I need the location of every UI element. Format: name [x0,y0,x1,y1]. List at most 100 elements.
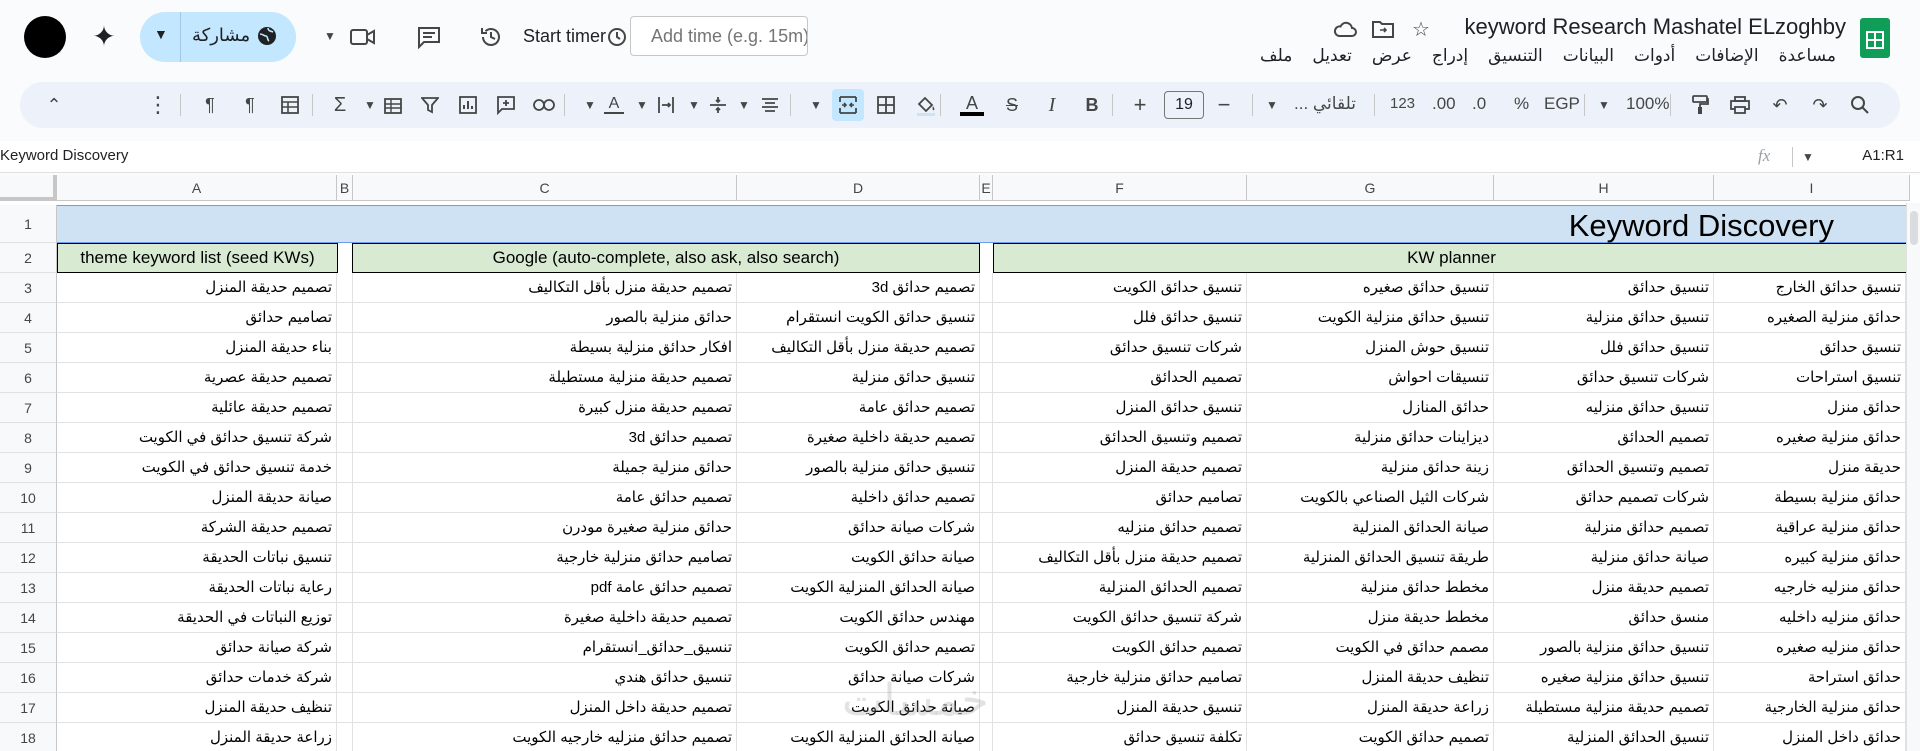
cell-B14[interactable] [337,603,353,633]
cell-I17[interactable]: حدائق منزلية الخارجية [1714,693,1906,723]
start-timer-label[interactable]: Start timer [523,26,606,47]
menu-tools[interactable]: أدوات [1634,46,1675,70]
row-header-18[interactable]: 18 [0,723,57,751]
cell-F8[interactable]: تصميم وتنسيق الحدائق [993,423,1247,453]
cell-H17[interactable]: تصميم حديقة منزلية مستطيلة [1494,693,1714,723]
percent-format-button[interactable]: % [1514,94,1529,114]
paint-format-icon[interactable] [1686,91,1714,119]
document-title[interactable]: keyword Research Mashatel ELzoghby [1456,14,1846,40]
cell-F16[interactable]: تصاميم حدائق منزلية خارجية [993,663,1247,693]
cell-E5[interactable] [980,333,993,363]
cell-G12[interactable]: طريقة تنسيق الحدائق المنزلية [1247,543,1494,573]
cell-B6[interactable] [337,363,353,393]
column-header-I[interactable]: I [1714,175,1910,201]
cell-G17[interactable]: زراعة حديقة المنزل [1247,693,1494,723]
cell-G16[interactable]: تنظيف حديقة المنزل [1247,663,1494,693]
cell-C13[interactable]: تصميم حدائق عامة pdf [353,573,737,603]
menu-extensions[interactable]: الإضافات [1695,46,1758,70]
column-header-C[interactable]: C [353,175,737,201]
timer-icon[interactable] [606,26,628,48]
cell-B18[interactable] [337,723,353,751]
print-icon[interactable] [1726,91,1754,119]
cell-H18[interactable]: تنسيق الحدائق المنزلية [1494,723,1714,751]
text-rotation-icon[interactable]: A [600,91,628,119]
menu-data[interactable]: البيانات [1563,46,1614,70]
cell-D15[interactable]: تصميم حدائق الكويت [737,633,980,663]
cell-A4[interactable]: تصاميم حدائق [57,303,337,333]
cell-C7[interactable]: تصميم حديقة منزل كبيرة [353,393,737,423]
cell-C5[interactable]: افكار حدائق منزلية بسيطة [353,333,737,363]
cell-A16[interactable]: شركة خدمات حدائق [57,663,337,693]
cell-B15[interactable] [337,633,353,663]
cell-I3[interactable]: تنسيق حدائق الخارج [1714,273,1906,303]
share-dropdown-icon[interactable]: ▼ [154,26,168,42]
cell-C14[interactable]: تصميم حديقة داخلية صغيرة [353,603,737,633]
undo-icon[interactable]: ↷ [1806,91,1834,119]
functions-icon[interactable]: Σ [326,91,354,119]
row-header-5[interactable]: 5 [0,333,57,363]
cell-C3[interactable]: تصميم حديقة منزل بأقل التكاليف [353,273,737,303]
cell-D8[interactable]: تصميم حديقة داخلية صغيرة [737,423,980,453]
filter-icon[interactable] [416,91,444,119]
cell-I9[interactable]: حديقة منزل [1714,453,1906,483]
cell-G7[interactable]: حدائق المنازل [1247,393,1494,423]
cell-A9[interactable]: خدمة تنسيق حدائق في الكويت [57,453,337,483]
cell-D18[interactable]: صيانة الحدائق المنزلية الكويت [737,723,980,751]
font-dropdown-icon[interactable]: ▼ [1266,98,1278,112]
row-header-1[interactable]: 1 [0,205,57,243]
cell-F9[interactable]: تصميم حديقة المنزل [993,453,1247,483]
cell-E18[interactable] [980,723,993,751]
cell-A5[interactable]: بناء حديقة المنزل [57,333,337,363]
row-header-7[interactable]: 7 [0,393,57,423]
cell-H13[interactable]: تصميم حديقة منزل [1494,573,1714,603]
cell-C8[interactable]: تصميم حدائق 3d [353,423,737,453]
text-wrapping-icon[interactable] [652,91,680,119]
cell-F15[interactable]: تصميم حدائق الكويت [993,633,1247,663]
vertical-scrollbar[interactable] [1906,203,1920,751]
row-header-10[interactable]: 10 [0,483,57,513]
cell-A13[interactable]: رعاية نباتات الحديقة [57,573,337,603]
row-header-8[interactable]: 8 [0,423,57,453]
row-header-12[interactable]: 12 [0,543,57,573]
zoom-select[interactable]: 100% [1626,94,1669,114]
menu-file[interactable]: ملف [1260,46,1292,70]
cell-G18[interactable]: تصميم حدائق الكويت [1247,723,1494,751]
cell-I10[interactable]: حدائق منزلية بسيطة [1714,483,1906,513]
row-header-6[interactable]: 6 [0,363,57,393]
wrap-dropdown-icon[interactable]: ▼ [628,91,656,119]
ltr-icon[interactable]: ¶ [196,91,224,119]
cell-D10[interactable]: تصميم حدائق داخلية [737,483,980,513]
menu-insert[interactable]: إدراج [1432,46,1468,70]
move-folder-icon[interactable] [1368,14,1398,44]
column-header-D[interactable]: D [737,175,980,201]
insert-chart-icon[interactable] [454,91,482,119]
redo-icon[interactable]: ↶ [1766,91,1794,119]
cell-A12[interactable]: تنسيق نباتات الحديقة [57,543,337,573]
row-header-4[interactable]: 4 [0,303,57,333]
cell-F10[interactable]: تصاميم حدائق [993,483,1247,513]
cell-B11[interactable] [337,513,353,543]
cell-F5[interactable]: شركات تنسيق حدائق [993,333,1247,363]
cell-F14[interactable]: شركة تنسيق حدائق الكويت [993,603,1247,633]
avatar[interactable] [24,16,66,58]
cell-B4[interactable] [337,303,353,333]
column-header-B[interactable]: B [337,175,353,201]
cell-A18[interactable]: زراعة حديقة المنزل [57,723,337,751]
cell-D9[interactable]: تنسيق حدائق منزلية بالصور [737,453,980,483]
currency-format-button[interactable]: EGP [1544,94,1580,114]
cell-B16[interactable] [337,663,353,693]
menu-edit[interactable]: تعديل [1312,46,1351,70]
cell-E8[interactable] [980,423,993,453]
halign-dropdown-icon[interactable]: ▼ [730,91,758,119]
meet-dropdown-icon[interactable]: ▼ [322,26,338,46]
cell-F4[interactable]: تنسيق حدائق فلل [993,303,1247,333]
cell-I4[interactable]: حدائق منزلية الصغيره [1714,303,1906,333]
share-button[interactable]: ▼ مشاركة [140,12,296,62]
filter-views-dropdown-icon[interactable]: ▼ [356,91,384,119]
row-header-16[interactable]: 16 [0,663,57,693]
valign-dropdown-icon[interactable]: ▼ [680,91,708,119]
cell-I6[interactable]: تنسيق استراحات [1714,363,1906,393]
font-size-decrease-icon[interactable]: − [1210,91,1238,119]
rtl-icon[interactable]: ¶ [236,91,264,119]
cell-I13[interactable]: حدائق منزليه خارجيه [1714,573,1906,603]
